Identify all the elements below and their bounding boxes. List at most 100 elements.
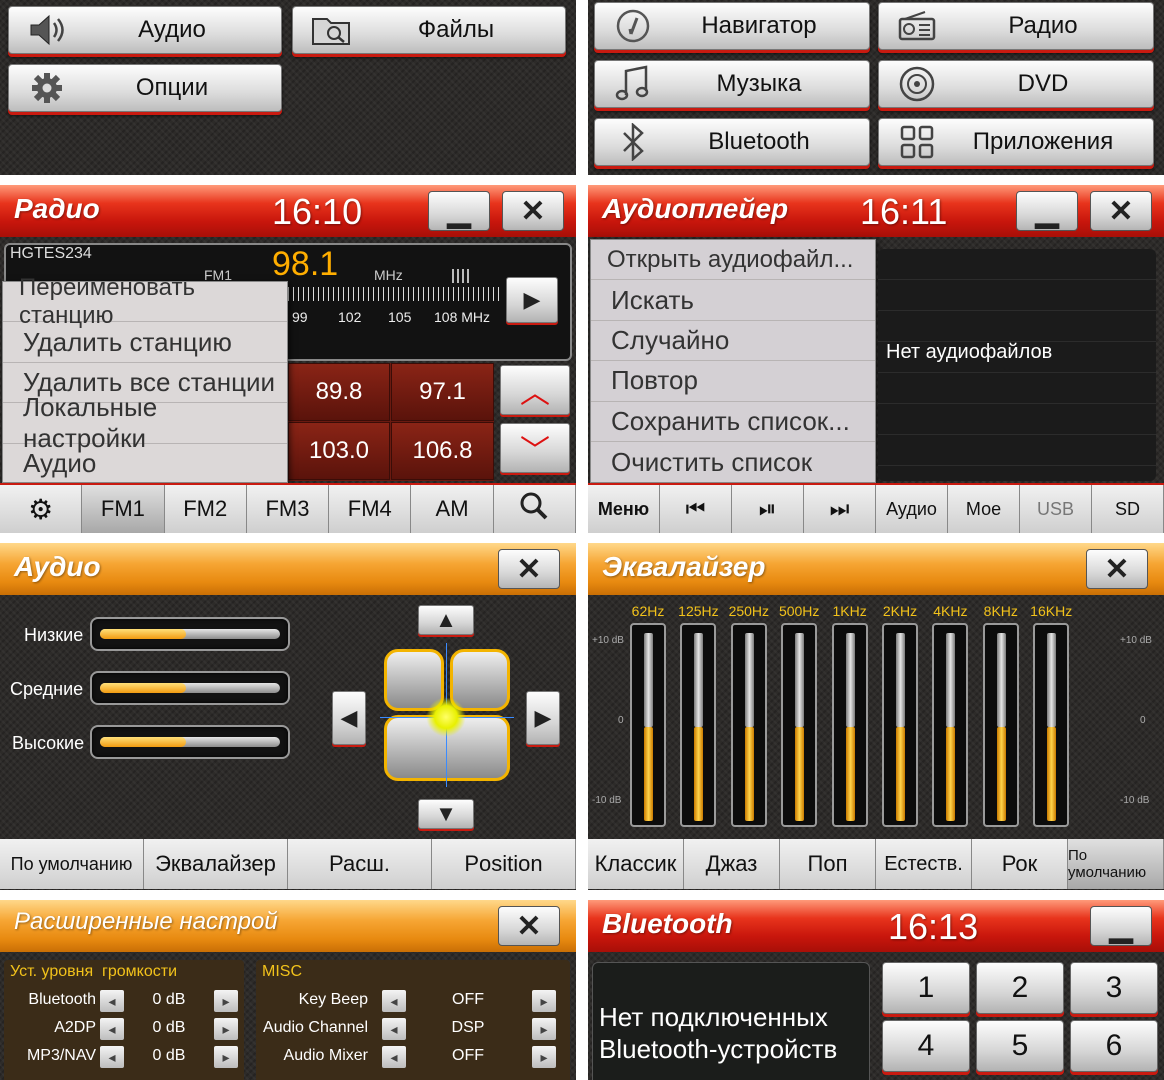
- tab-equalizer[interactable]: Эквалайзер: [144, 839, 288, 889]
- menu-item-rename-station[interactable]: Переименовать станцию: [3, 274, 287, 329]
- preset-button[interactable]: 103.0: [288, 422, 390, 480]
- audio-mixer-increase-button[interactable]: ▸: [532, 1046, 556, 1068]
- keypad-key-1[interactable]: 1: [882, 962, 970, 1014]
- preset-down-button[interactable]: ﹀: [500, 423, 570, 473]
- audio-button[interactable]: Аудио: [8, 6, 282, 54]
- eq-band-fill: [896, 727, 905, 821]
- eq-band-slider[interactable]: [680, 623, 717, 827]
- keypad-key-2[interactable]: 2: [976, 962, 1064, 1014]
- preset-button[interactable]: 89.8: [288, 363, 390, 421]
- preset-default[interactable]: По умолчанию: [1068, 839, 1164, 889]
- treble-slider[interactable]: [90, 725, 290, 759]
- eq-band-slider[interactable]: [831, 623, 868, 827]
- preset-up-button[interactable]: ︿: [500, 365, 570, 415]
- keypad-key-6[interactable]: 6: [1070, 1020, 1158, 1072]
- usb-source-button[interactable]: USB: [1020, 485, 1092, 533]
- close-button[interactable]: ✕: [1090, 191, 1152, 231]
- close-button[interactable]: ✕: [498, 906, 560, 946]
- eq-band-track: [694, 633, 704, 727]
- key-beep-decrease-button[interactable]: ◂: [382, 990, 406, 1012]
- preset-pop[interactable]: Поп: [780, 839, 876, 889]
- preset-button[interactable]: 97.1: [391, 363, 494, 421]
- menu-item-open-file[interactable]: Открыть аудиофайл...: [591, 240, 875, 281]
- balance-down-button[interactable]: ▼: [418, 799, 474, 829]
- minimize-button[interactable]: ▁: [1016, 191, 1078, 231]
- bluetooth-decrease-button[interactable]: ◂: [100, 990, 124, 1012]
- close-button[interactable]: ✕: [502, 191, 564, 231]
- a2dp-decrease-button[interactable]: ◂: [100, 1018, 124, 1040]
- mid-slider[interactable]: [90, 671, 290, 705]
- previous-track-button[interactable]: ⏮: [660, 485, 732, 533]
- music-label: Музыка: [716, 70, 802, 97]
- key-beep-increase-button[interactable]: ▸: [532, 990, 556, 1012]
- eq-band-slider[interactable]: [781, 623, 818, 827]
- keypad-key-5[interactable]: 5: [976, 1020, 1064, 1072]
- audio-channel-increase-button[interactable]: ▸: [532, 1018, 556, 1040]
- tab-position[interactable]: Position: [432, 839, 576, 889]
- preset-rock[interactable]: Рок: [972, 839, 1068, 889]
- eq-band-slider[interactable]: [730, 623, 767, 827]
- balance-up-button[interactable]: ▲: [418, 605, 474, 635]
- balance-left-button[interactable]: ◀: [332, 691, 366, 745]
- eq-band-slider[interactable]: [982, 623, 1019, 827]
- tab-extended[interactable]: Расш.: [288, 839, 432, 889]
- menu-item-save-list[interactable]: Сохранить список...: [591, 402, 875, 442]
- band-tab-am[interactable]: AM: [411, 485, 494, 533]
- balance-right-button[interactable]: ▶: [526, 691, 560, 745]
- preset-button[interactable]: 106.8: [391, 422, 494, 480]
- bluetooth-header: Bluetooth 16:13 ▁: [588, 900, 1164, 952]
- apps-button[interactable]: Приложения: [878, 118, 1154, 166]
- menu-item-search[interactable]: Искать: [591, 280, 875, 321]
- mine-source-button[interactable]: Мое: [948, 485, 1020, 533]
- close-button[interactable]: ✕: [498, 549, 560, 589]
- audio-channel-decrease-button[interactable]: ◂: [382, 1018, 406, 1040]
- preset-natural[interactable]: Естеств.: [876, 839, 972, 889]
- eq-band-slider[interactable]: [1033, 623, 1070, 827]
- sd-source-button[interactable]: SD: [1092, 485, 1164, 533]
- band-tab-fm4[interactable]: FM4: [329, 485, 412, 533]
- eq-band-slider[interactable]: [882, 623, 918, 827]
- eq-scale-mid-left: 0: [618, 715, 624, 726]
- close-button[interactable]: ✕: [1086, 549, 1148, 589]
- menu-button[interactable]: Меню: [588, 485, 660, 533]
- music-button[interactable]: Музыка: [594, 60, 870, 108]
- keypad-key-4[interactable]: 4: [882, 1020, 970, 1072]
- menu-item-shuffle[interactable]: Случайно: [591, 321, 875, 362]
- audio-source-button[interactable]: Аудио: [876, 485, 948, 533]
- navigator-button[interactable]: Навигатор: [594, 2, 870, 50]
- minimize-button[interactable]: ▁: [1090, 906, 1152, 946]
- eq-band-track: [845, 633, 855, 727]
- preset-jazz[interactable]: Джаз: [684, 839, 780, 889]
- menu-item-local-settings[interactable]: Локальные настройки: [3, 392, 287, 453]
- next-track-button[interactable]: ⏭: [804, 485, 876, 533]
- menu-item-repeat[interactable]: Повтор: [591, 361, 875, 402]
- bass-slider[interactable]: [90, 617, 290, 651]
- menu-item-clear-list[interactable]: Очистить список: [591, 442, 875, 482]
- audio-mixer-decrease-button[interactable]: ◂: [382, 1046, 406, 1068]
- files-button[interactable]: Файлы: [292, 6, 566, 54]
- band-tab-fm3[interactable]: FM3: [247, 485, 330, 533]
- seek-forward-button[interactable]: ▶: [506, 277, 558, 323]
- keypad-key-3[interactable]: 3: [1070, 962, 1158, 1014]
- tab-default[interactable]: По умолчанию: [0, 839, 144, 889]
- scale-tick: 102: [338, 309, 362, 325]
- play-pause-button[interactable]: ⏯: [732, 485, 804, 533]
- eq-band-slider[interactable]: [932, 623, 969, 827]
- mp3nav-decrease-button[interactable]: ◂: [100, 1046, 124, 1068]
- preset-classic[interactable]: Классик: [588, 839, 684, 889]
- play-pause-icon: ⏯: [758, 496, 777, 521]
- mp3nav-increase-button[interactable]: ▸: [214, 1046, 238, 1068]
- bluetooth-button[interactable]: Bluetooth: [594, 118, 870, 166]
- band-tab-fm2[interactable]: FM2: [165, 485, 247, 533]
- radio-button[interactable]: Радио: [878, 2, 1154, 50]
- dvd-button[interactable]: DVD: [878, 60, 1154, 108]
- search-button[interactable]: [494, 485, 576, 533]
- options-button[interactable]: Опции: [8, 64, 282, 112]
- a2dp-increase-button[interactable]: ▸: [214, 1018, 238, 1040]
- minimize-button[interactable]: ▁: [428, 191, 490, 231]
- settings-gear-button[interactable]: ⚙: [0, 485, 83, 533]
- eq-band-slider[interactable]: [630, 623, 666, 827]
- car-seats-diagram[interactable]: [380, 643, 514, 787]
- band-tab-fm1[interactable]: FM1: [82, 485, 165, 533]
- bluetooth-increase-button[interactable]: ▸: [214, 990, 238, 1012]
